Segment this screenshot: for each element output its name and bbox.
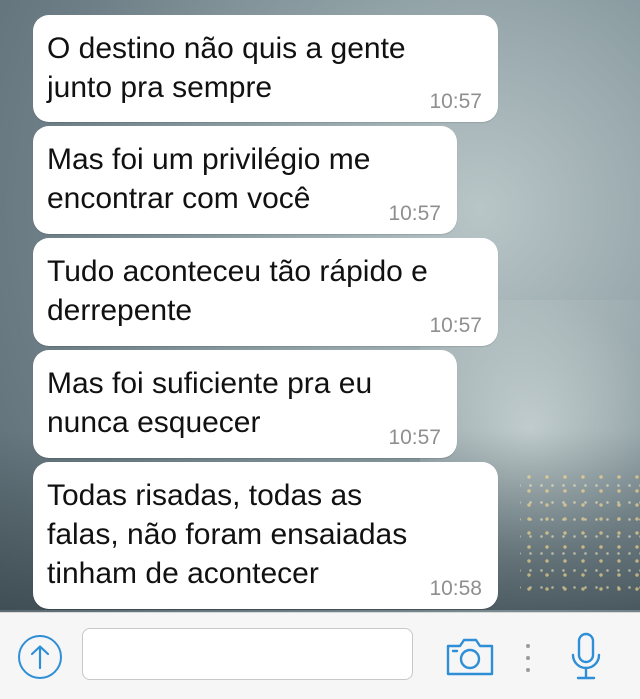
message-text: Mas foi suficiente pra eu nunca esquecer [47,367,373,439]
arrow-up-circle-icon [30,645,50,670]
message-text: Todas risadas, todas as falas, não foram… [47,479,408,590]
message-bubble[interactable]: Tudo aconteceu tão rápido e derrepente 1… [33,238,498,346]
camera-icon [446,638,494,676]
message-bubble[interactable]: Mas foi um privilégio me encontrar com v… [33,126,457,234]
message-text: Mas foi um privilégio me encontrar com v… [47,143,371,215]
message-timestamp: 10:57 [388,202,441,225]
message-bubble[interactable]: Mas foi suficiente pra eu nunca esquecer… [33,350,457,458]
message-list[interactable]: O destino não quis a gente junto pra sem… [0,0,640,612]
message-timestamp: 10:57 [429,90,482,113]
vertical-dots-icon [526,644,530,648]
message-timestamp: 10:58 [429,577,482,600]
chat-screen: O destino não quis a gente junto pra sem… [0,0,640,699]
message-bubble[interactable]: O destino não quis a gente junto pra sem… [33,15,498,122]
upload-button[interactable] [18,635,62,679]
message-input-bar [0,612,640,699]
message-text: Tudo aconteceu tão rápido e derrepente [47,255,428,327]
camera-button[interactable] [444,635,496,679]
message-timestamp: 10:57 [429,314,482,337]
more-options-button[interactable] [523,644,533,672]
message-bubble[interactable]: Todas risadas, todas as falas, não foram… [33,462,498,609]
message-text: O destino não quis a gente junto pra sem… [47,32,406,104]
microphone-icon [571,632,601,680]
message-timestamp: 10:57 [388,426,441,449]
message-input[interactable] [82,628,413,680]
microphone-button[interactable] [568,631,604,683]
